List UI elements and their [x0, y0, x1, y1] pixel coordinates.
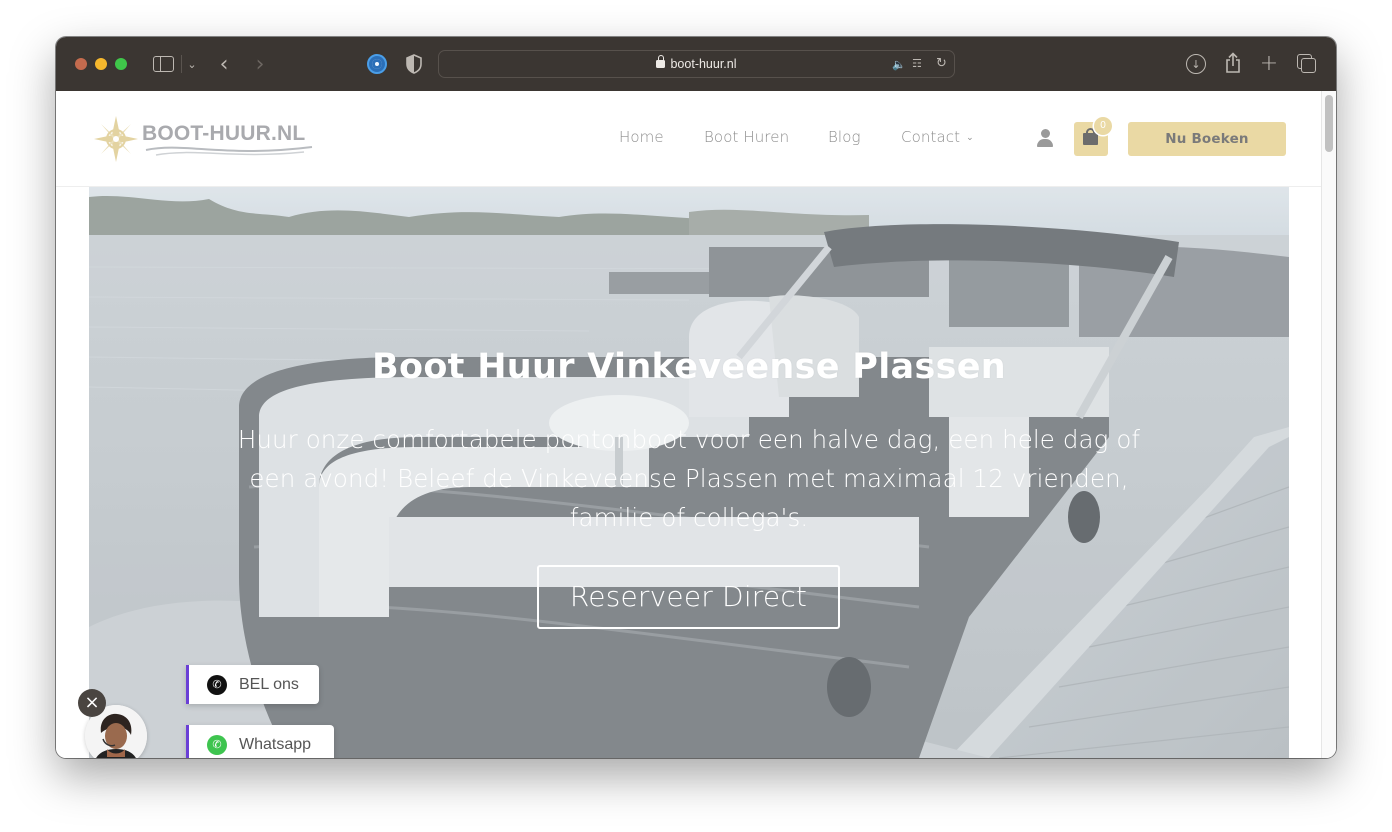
- compass-icon: [94, 116, 138, 162]
- call-us-button[interactable]: ✆ BEL ons: [186, 665, 319, 704]
- phone-icon: ✆: [207, 674, 227, 695]
- whatsapp-button[interactable]: ✆ Whatsapp: [186, 725, 334, 758]
- close-widget-button[interactable]: ×: [78, 689, 106, 717]
- nav-contact-label: Contact: [901, 128, 961, 146]
- privacy-shield-icon[interactable]: [406, 54, 422, 74]
- tab-overview-icon[interactable]: [1297, 54, 1317, 74]
- logo-text: BOOT-HUUR.NL: [142, 122, 306, 145]
- nav-home[interactable]: Home: [619, 128, 664, 146]
- password-manager-icon[interactable]: [367, 54, 387, 74]
- cart-count-badge: 0: [1094, 117, 1112, 135]
- minimize-window-button[interactable]: [95, 58, 107, 70]
- chevron-down-icon[interactable]: ⌄: [185, 54, 199, 74]
- close-window-button[interactable]: [75, 58, 87, 70]
- speaker-icon[interactable]: 🔈: [892, 58, 906, 71]
- url: boot-huur.nl: [670, 57, 737, 71]
- address-bar[interactable]: boot-huur.nl 🔈 ☶ ↻: [438, 50, 955, 78]
- nav-blog[interactable]: Blog: [828, 128, 861, 146]
- nav-boot-huren[interactable]: Boot Huren: [704, 128, 789, 146]
- download-icon[interactable]: ↓: [1186, 54, 1206, 74]
- site-header: BOOT-HUUR.NL Home Boot Huren Blog Contac…: [56, 91, 1321, 187]
- screen: ⌄ ‹ › boot-huur.nl 🔈 ☶ ↻ ↓ + BOOT-HUUR.N…: [0, 0, 1392, 832]
- toolbar-divider: [181, 55, 182, 73]
- address-bar-text: boot-huur.nl: [439, 55, 954, 71]
- nav-contact[interactable]: Contact ⌄: [901, 128, 974, 146]
- sidebar-icon[interactable]: [153, 56, 174, 72]
- browser-window: ⌄ ‹ › boot-huur.nl 🔈 ☶ ↻ ↓ + BOOT-HUUR.N…: [56, 37, 1336, 758]
- shopping-bag-icon: [1083, 128, 1098, 145]
- zoom-window-button[interactable]: [115, 58, 127, 70]
- scrollbar-thumb[interactable]: [1325, 95, 1333, 152]
- call-us-label: BEL ons: [239, 675, 299, 693]
- chevron-down-icon: ⌄: [966, 133, 974, 143]
- forward-icon[interactable]: ›: [252, 52, 268, 77]
- hero-subtitle: Huur onze comfortabele pontonboot voor e…: [237, 425, 1141, 532]
- logo-wave: [145, 146, 313, 156]
- share-icon[interactable]: [1224, 51, 1242, 75]
- lock-icon: [656, 55, 666, 68]
- site-logo[interactable]: BOOT-HUUR.NL: [92, 114, 314, 164]
- account-icon[interactable]: [1036, 129, 1054, 147]
- back-icon[interactable]: ‹: [216, 52, 232, 77]
- reserve-now-button[interactable]: Reserveer Direct: [537, 565, 840, 629]
- book-now-button[interactable]: Nu Boeken: [1128, 122, 1286, 156]
- browser-toolbar: ⌄ ‹ › boot-huur.nl 🔈 ☶ ↻ ↓ +: [56, 37, 1336, 91]
- whatsapp-icon: ✆: [207, 734, 227, 755]
- web-page: BOOT-HUUR.NL Home Boot Huren Blog Contac…: [56, 91, 1336, 758]
- whatsapp-label: Whatsapp: [239, 735, 312, 753]
- translate-icon[interactable]: ☶: [912, 57, 922, 70]
- new-tab-icon[interactable]: +: [1259, 51, 1279, 76]
- hero-title: Boot Huur Vinkeveense Plassen: [372, 347, 1006, 387]
- reload-icon[interactable]: ↻: [936, 56, 947, 71]
- page-scrollbar[interactable]: [1321, 91, 1336, 758]
